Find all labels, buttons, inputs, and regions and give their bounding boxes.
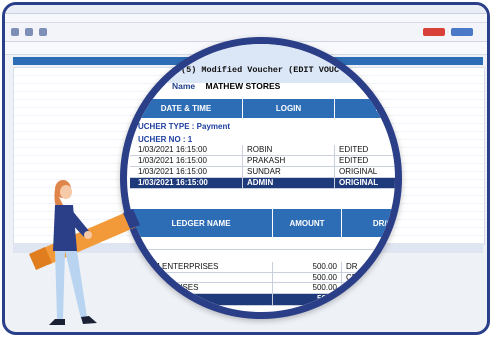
open-report-button[interactable]	[451, 28, 473, 36]
illustration-frame: (5) Modified Voucher (EDIT VOUC Name MAT…	[2, 2, 490, 335]
cell-login: ROBIN	[243, 145, 335, 155]
ledger-table: RAM ENTERPRISES 500.00 DR in Cash 500.00…	[130, 262, 395, 306]
window-titlebar	[5, 5, 487, 14]
voucher-header-panel	[127, 44, 395, 83]
cell-type: ORIGINAL	[339, 178, 379, 187]
audit-table: 1/03/2021 16:15:00 ROBIN EDITED 1/03/202…	[130, 145, 395, 189]
cell-drcr: CR	[346, 272, 358, 282]
column-header-dr-cr[interactable]: DR/CR	[342, 209, 395, 237]
ledger-table-header: LEDGER NAME AMOUNT DR/CR	[130, 209, 395, 237]
cell-datetime: 1/03/2021 16:15:00	[130, 167, 243, 177]
cell-ledger-name: RAM ENTERPRISES	[130, 262, 273, 272]
close-report-button[interactable]	[423, 28, 445, 36]
total-row: ash 560.0	[130, 293, 395, 306]
table-row-selected[interactable]: 1/03/2021 16:15:00 ADMIN ORIGINAL	[130, 178, 395, 189]
cell-amount: 500.00	[273, 283, 342, 293]
empty-row	[130, 238, 395, 250]
cell-amount: 500.00	[273, 262, 342, 272]
name-label: Name	[172, 81, 196, 91]
audit-table-header: DATE & TIME LOGIN TYP	[130, 99, 395, 118]
voucher-title: (5) Modified Voucher (EDIT VOUC	[172, 65, 339, 75]
toolbar-icon[interactable]	[25, 28, 33, 36]
table-row[interactable]: 1/03/2021 16:15:00 ROBIN EDITED	[130, 145, 395, 156]
table-row[interactable]: in Cash 500.00 CR	[130, 272, 395, 283]
column-header-login[interactable]: LOGIN	[243, 99, 335, 118]
cell-type: ORIGINAL	[339, 167, 378, 176]
cell-drcr: DR	[346, 283, 358, 292]
voucher-type-label: UCHER TYPE : Payment	[138, 122, 231, 131]
cell-login: SUNDAR	[243, 167, 335, 177]
magnifier-lens: (5) Modified Voucher (EDIT VOUC Name MAT…	[120, 37, 402, 319]
table-row[interactable]: RAM ENTERPRISES 500.00 DR	[130, 262, 395, 273]
cell-login: ADMIN	[243, 178, 335, 188]
column-header-date-time[interactable]: DATE & TIME	[130, 99, 243, 118]
table-row[interactable]: 1/03/2021 16:15:00 SUNDAR ORIGINAL	[130, 167, 395, 178]
cell-type: EDITED	[339, 145, 369, 154]
column-header-ledger-name[interactable]: LEDGER NAME	[130, 209, 273, 237]
cell-datetime: 1/03/2021 16:15:00	[130, 178, 243, 188]
total-label: ash	[130, 293, 273, 305]
cell-amount: 500.00	[273, 272, 342, 282]
cell-datetime: 1/03/2021 16:15:00	[130, 156, 243, 166]
cell-login: PRAKASH	[243, 156, 335, 166]
bulb-icon	[172, 65, 179, 73]
column-header-type[interactable]: TYP	[335, 99, 395, 118]
table-row[interactable]: 1/03/2021 16:15:00 PRAKASH EDITED	[130, 156, 395, 167]
cell-datetime: 1/03/2021 16:15:00	[130, 145, 243, 155]
cell-type: EDITED	[339, 156, 369, 165]
column-header-amount[interactable]: AMOUNT	[273, 209, 342, 237]
table-row[interactable]: ENTERPRISES 500.00 DR	[130, 283, 395, 294]
toolbar-icon[interactable]	[11, 28, 19, 36]
total-amount: 560.0	[273, 293, 342, 305]
name-value: MATHEW STORES	[205, 81, 281, 91]
menu-bar[interactable]	[5, 14, 487, 23]
party-name-row: Name MATHEW STORES	[172, 81, 280, 91]
cell-drcr: DR	[346, 262, 358, 271]
cell-ledger-name: in Cash	[130, 272, 273, 282]
cell-ledger-name: ENTERPRISES	[130, 283, 273, 293]
toolbar-icon[interactable]	[39, 28, 47, 36]
voucher-number-label: UCHER NO : 1	[138, 135, 193, 144]
